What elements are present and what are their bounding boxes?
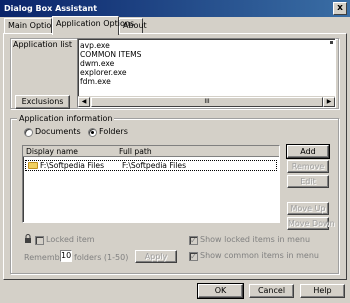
show-locked-label: Show locked items in menu [200,235,311,244]
apply-button[interactable]: Apply [135,250,177,263]
scroll-left-icon[interactable]: ◀ [78,97,90,107]
window-title: Dialog Box Assistant [4,4,98,13]
radio-documents[interactable] [24,128,33,137]
move-down-button[interactable]: Move Down [287,217,335,230]
show-locked-checkbox[interactable]: ✓ [189,236,198,245]
lock-icon [25,234,31,243]
app-list-item[interactable]: avp.exe [78,41,335,50]
radio-folders-label: Folders [99,127,128,136]
locked-item-label: Locked item [46,235,95,244]
row-display-name: F:\Softpedia Files [40,161,105,170]
ok-button[interactable]: OK [197,283,244,299]
radio-folders[interactable] [88,128,97,137]
list-marker [330,41,333,44]
column-full-path[interactable]: Full path [119,146,152,157]
help-button[interactable]: Help [300,284,345,298]
tab-application-options[interactable]: Application Options [52,16,134,35]
exclusions-button[interactable]: Exclusions [15,95,70,109]
table-row[interactable]: F:\Softpedia Files F:\Softpedia Files [25,160,277,171]
radio-documents-label: Documents [35,127,81,136]
application-information-label: Application information [17,114,115,123]
remember-count-input[interactable]: 10 [60,250,72,262]
application-list-label: Application list [13,40,72,49]
scroll-right-icon[interactable]: ▶ [323,97,335,107]
remember-suffix: folders (1-50) [74,253,129,262]
cancel-button[interactable]: Cancel [249,284,294,298]
move-up-button[interactable]: Move Up [287,202,329,215]
remove-button[interactable]: Remove [287,160,329,173]
app-list-item[interactable]: explorer.exe [78,68,335,77]
folder-icon [28,162,38,169]
list-header: Display name Full path [23,146,279,157]
locked-item-checkbox[interactable] [35,236,44,245]
add-button[interactable]: Add [286,144,330,159]
window-titlebar: Dialog Box Assistant [0,0,350,17]
folders-list-view[interactable]: Display name Full path F:\Softpedia File… [22,145,280,223]
app-list-item[interactable]: dwm.exe [78,59,335,68]
edit-button[interactable]: Edit [287,175,329,188]
tab-main-options[interactable]: Main Options [4,18,61,34]
show-common-label: Show common items in menu [200,251,319,260]
scroll-thumb[interactable]: III [91,97,323,107]
column-display-name[interactable]: Display name [26,147,78,156]
app-list-item[interactable]: fdm.exe [78,77,335,86]
application-list-box[interactable]: avp.exe COMMON ITEMS dwm.exe explorer.ex… [77,38,336,108]
horizontal-scrollbar[interactable]: ◀ III ▶ [78,96,335,107]
row-full-path: F:\Softpedia Files [122,161,187,170]
close-window-button[interactable]: x [333,2,347,15]
show-common-checkbox[interactable]: ✓ [189,252,198,261]
app-list-item[interactable]: COMMON ITEMS [78,50,335,59]
